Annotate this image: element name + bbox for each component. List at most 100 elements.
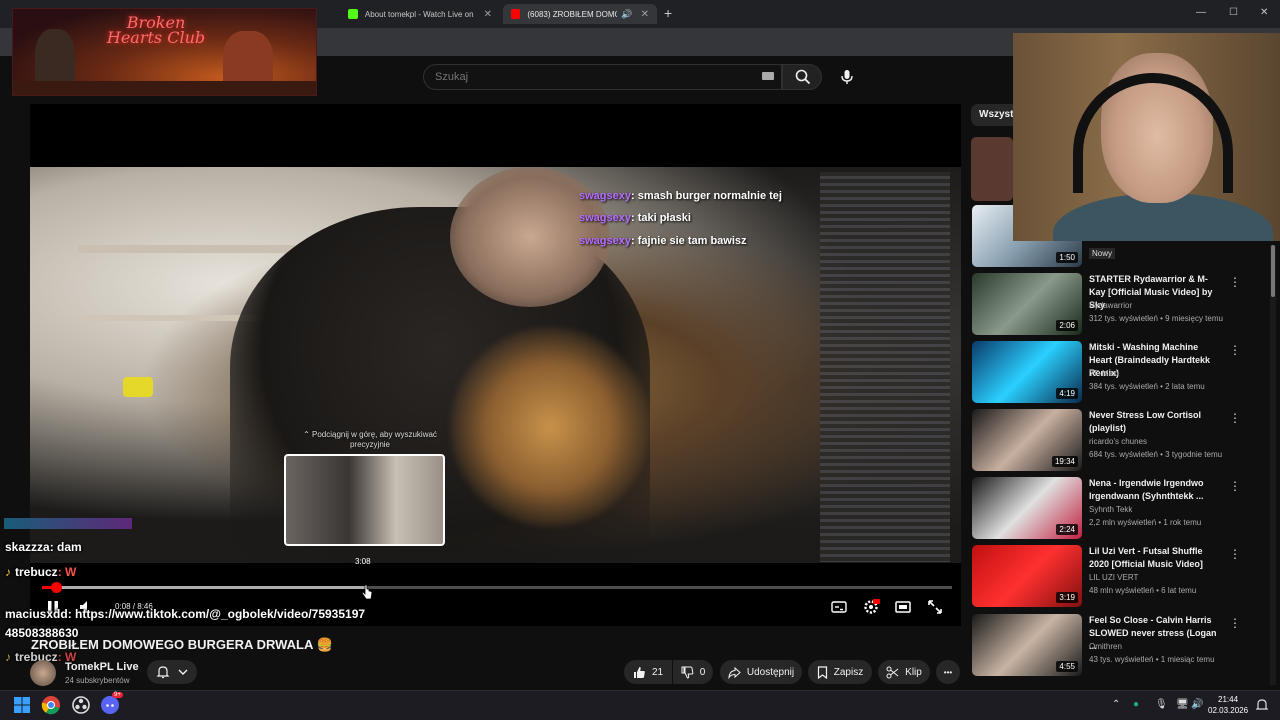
rec-meta: 384 tys. wyświetleń • 2 lata temu	[1089, 382, 1205, 391]
rec-channel[interactable]: YF-Maxi	[1089, 369, 1119, 378]
rec-title[interactable]: Lil Uzi Vert - Futsal Shuffle 2020 [Offi…	[1089, 545, 1221, 571]
progress-scrubber-handle[interactable]	[50, 582, 62, 593]
notification-bell-button[interactable]	[147, 660, 197, 684]
thumbs-up-icon	[633, 666, 645, 678]
rec-channel[interactable]: Omithren	[1089, 642, 1122, 651]
video-player[interactable]: swagsexy: smash burger normalnie tej swa…	[30, 104, 961, 626]
rec-thumbnail[interactable]: 19:34	[972, 409, 1082, 471]
channel-name[interactable]: TomekPL Live	[65, 661, 139, 673]
rec-duration: 2:24	[1056, 524, 1078, 535]
rec-meta: 312 tys. wyświetleń • 9 miesięcy temu	[1089, 314, 1223, 323]
network-icon[interactable]: 🖥	[1176, 699, 1189, 710]
more-actions-button[interactable]: •••	[936, 660, 960, 684]
chat-username: swagsexy	[579, 190, 631, 202]
rec-title[interactable]: Nena - Irgendwie Irgendwo Irgendwann (Sy…	[1089, 477, 1221, 503]
notification-bell-icon[interactable]	[1256, 698, 1268, 712]
dislike-button[interactable]: 0	[673, 660, 713, 684]
sidebar-scroll-thumb[interactable]	[1271, 245, 1275, 297]
rec-thumbnail[interactable]: 2:24	[972, 477, 1082, 539]
share-button[interactable]: Udostępnij	[720, 660, 802, 684]
like-button[interactable]: 21	[624, 660, 672, 684]
subtitles-icon[interactable]	[830, 598, 848, 616]
clock-date: 02.03.2026	[1208, 706, 1249, 715]
video-frame[interactable]	[30, 167, 961, 563]
close-window-button[interactable]: ✕	[1260, 7, 1268, 18]
rec-duration: 19:34	[1051, 456, 1078, 467]
more-options-icon[interactable]: ⋮	[1229, 343, 1241, 357]
rec-channel[interactable]: ricardo's chunes	[1089, 437, 1147, 446]
rec-thumbnail[interactable]: 3:19	[972, 545, 1082, 607]
microphone-tray-icon[interactable]: 🎙	[1155, 699, 1168, 710]
obs-icon[interactable]	[71, 695, 91, 715]
chrome-icon[interactable]	[41, 695, 61, 715]
fullscreen-icon[interactable]	[926, 598, 944, 616]
bookmark-icon	[817, 665, 827, 679]
recommendation-item[interactable]: 3:19 Lil Uzi Vert - Futsal Shuffle 2020 …	[971, 545, 1261, 609]
recommendation-item[interactable]: 19:34 Never Stress Low Cortisol (playlis…	[971, 409, 1261, 473]
chat-line: swagsexy: fajnie sie tam bawisz	[579, 235, 747, 247]
speaker-icon[interactable]: 🔊	[621, 9, 632, 20]
rec-duration: 4:55	[1056, 661, 1078, 672]
rec-channel[interactable]: Syhnth Tekk	[1089, 505, 1132, 514]
minimize-button[interactable]: —	[1196, 7, 1206, 18]
more-options-icon[interactable]: ⋮	[1229, 479, 1241, 493]
sidebar-scrollbar[interactable]	[1270, 245, 1276, 685]
windows-start-icon[interactable]	[12, 695, 32, 715]
chat-username: skazzza	[5, 540, 50, 554]
youtube-favicon-icon	[511, 9, 521, 19]
chat-message: : taki płaski	[630, 212, 691, 224]
tray-app-icon[interactable]: ●	[1133, 699, 1139, 710]
volume-tray-icon[interactable]: 🔊	[1191, 699, 1203, 710]
taskbar-clock[interactable]: 21:44 02.03.2026	[1208, 694, 1248, 716]
rec-meta: 2,2 mln wyświetleń • 1 rok temu	[1089, 518, 1202, 527]
stream-chat-line: skazzza: dam	[5, 540, 82, 554]
more-options-icon[interactable]: ⋮	[1229, 547, 1241, 561]
tray-chevron-icon[interactable]: ⌃	[1112, 699, 1120, 710]
rec-thumbnail[interactable]: 4:19	[972, 341, 1082, 403]
clip-button[interactable]: Klip	[878, 660, 930, 684]
tab-kick[interactable]: About tomekpl - Watch Live on ✕	[340, 4, 500, 24]
more-options-icon[interactable]: ⋮	[1229, 411, 1241, 425]
rec-duration: 1:50	[1056, 252, 1078, 263]
channel-avatar[interactable]	[30, 660, 56, 686]
search-button[interactable]	[782, 64, 822, 90]
rec-channel[interactable]: LIL UZI VERT	[1089, 573, 1138, 582]
search-input[interactable]	[423, 64, 782, 90]
discord-badge: 9+	[112, 692, 123, 698]
chat-message: : W	[57, 565, 77, 579]
video-title: ZROBIŁEM DOMOWEGO BURGERA DRWALA 🍔	[31, 637, 333, 652]
filter-chip-all[interactable]: Wszystk	[971, 104, 1019, 126]
recommendation-item[interactable]: 4:19 Mitski - Washing Machine Heart (Bra…	[971, 341, 1261, 405]
rec-thumbnail[interactable]: 4:55	[972, 614, 1082, 676]
rec-thumbnail-partial[interactable]	[971, 137, 1013, 201]
chat-message: : dam	[49, 540, 82, 554]
more-options-icon[interactable]: ⋮	[1229, 616, 1241, 630]
rec-thumbnail[interactable]: 2:06	[972, 273, 1082, 335]
dislike-count: 0	[699, 666, 706, 678]
save-label: Zapisz	[833, 666, 864, 678]
save-button[interactable]: Zapisz	[808, 660, 872, 684]
close-icon[interactable]: ✕	[641, 9, 649, 20]
like-count: 21	[651, 666, 664, 678]
recommendation-item[interactable]: 2:06 STARTER Rydawarrior & M-Kay [Offici…	[971, 273, 1261, 337]
tab-youtube[interactable]: (6083) ZROBIŁEM DOMOWE 🔊 ✕	[503, 4, 657, 24]
maximize-button[interactable]: ☐	[1229, 7, 1238, 18]
chat-username: swagsexy	[579, 212, 631, 224]
voice-search-button[interactable]	[834, 64, 860, 90]
webcam-overlay	[1013, 33, 1280, 241]
keyboard-icon[interactable]	[762, 72, 774, 80]
recommendation-item[interactable]: 4:55 Feel So Close - Calvin Harris SLOWE…	[971, 614, 1261, 678]
settings-gear-icon[interactable]	[862, 598, 880, 616]
theater-mode-icon[interactable]	[894, 598, 912, 616]
close-icon[interactable]: ✕	[484, 9, 492, 20]
rec-channel[interactable]: Rydawarrior	[1089, 301, 1132, 310]
recommendation-item[interactable]: 2:24 Nena - Irgendwie Irgendwo Irgendwan…	[971, 477, 1261, 541]
more-options-icon[interactable]: ⋮	[1229, 275, 1241, 289]
sponge	[123, 377, 153, 397]
discord-icon[interactable]	[100, 695, 120, 715]
chat-username: maciusxdd	[5, 607, 68, 621]
rec-duration: 4:19	[1056, 388, 1078, 399]
rec-title[interactable]: Never Stress Low Cortisol (playlist)	[1089, 409, 1221, 435]
clock-time: 21:44	[1218, 695, 1239, 704]
new-tab-button[interactable]: +	[664, 5, 672, 21]
